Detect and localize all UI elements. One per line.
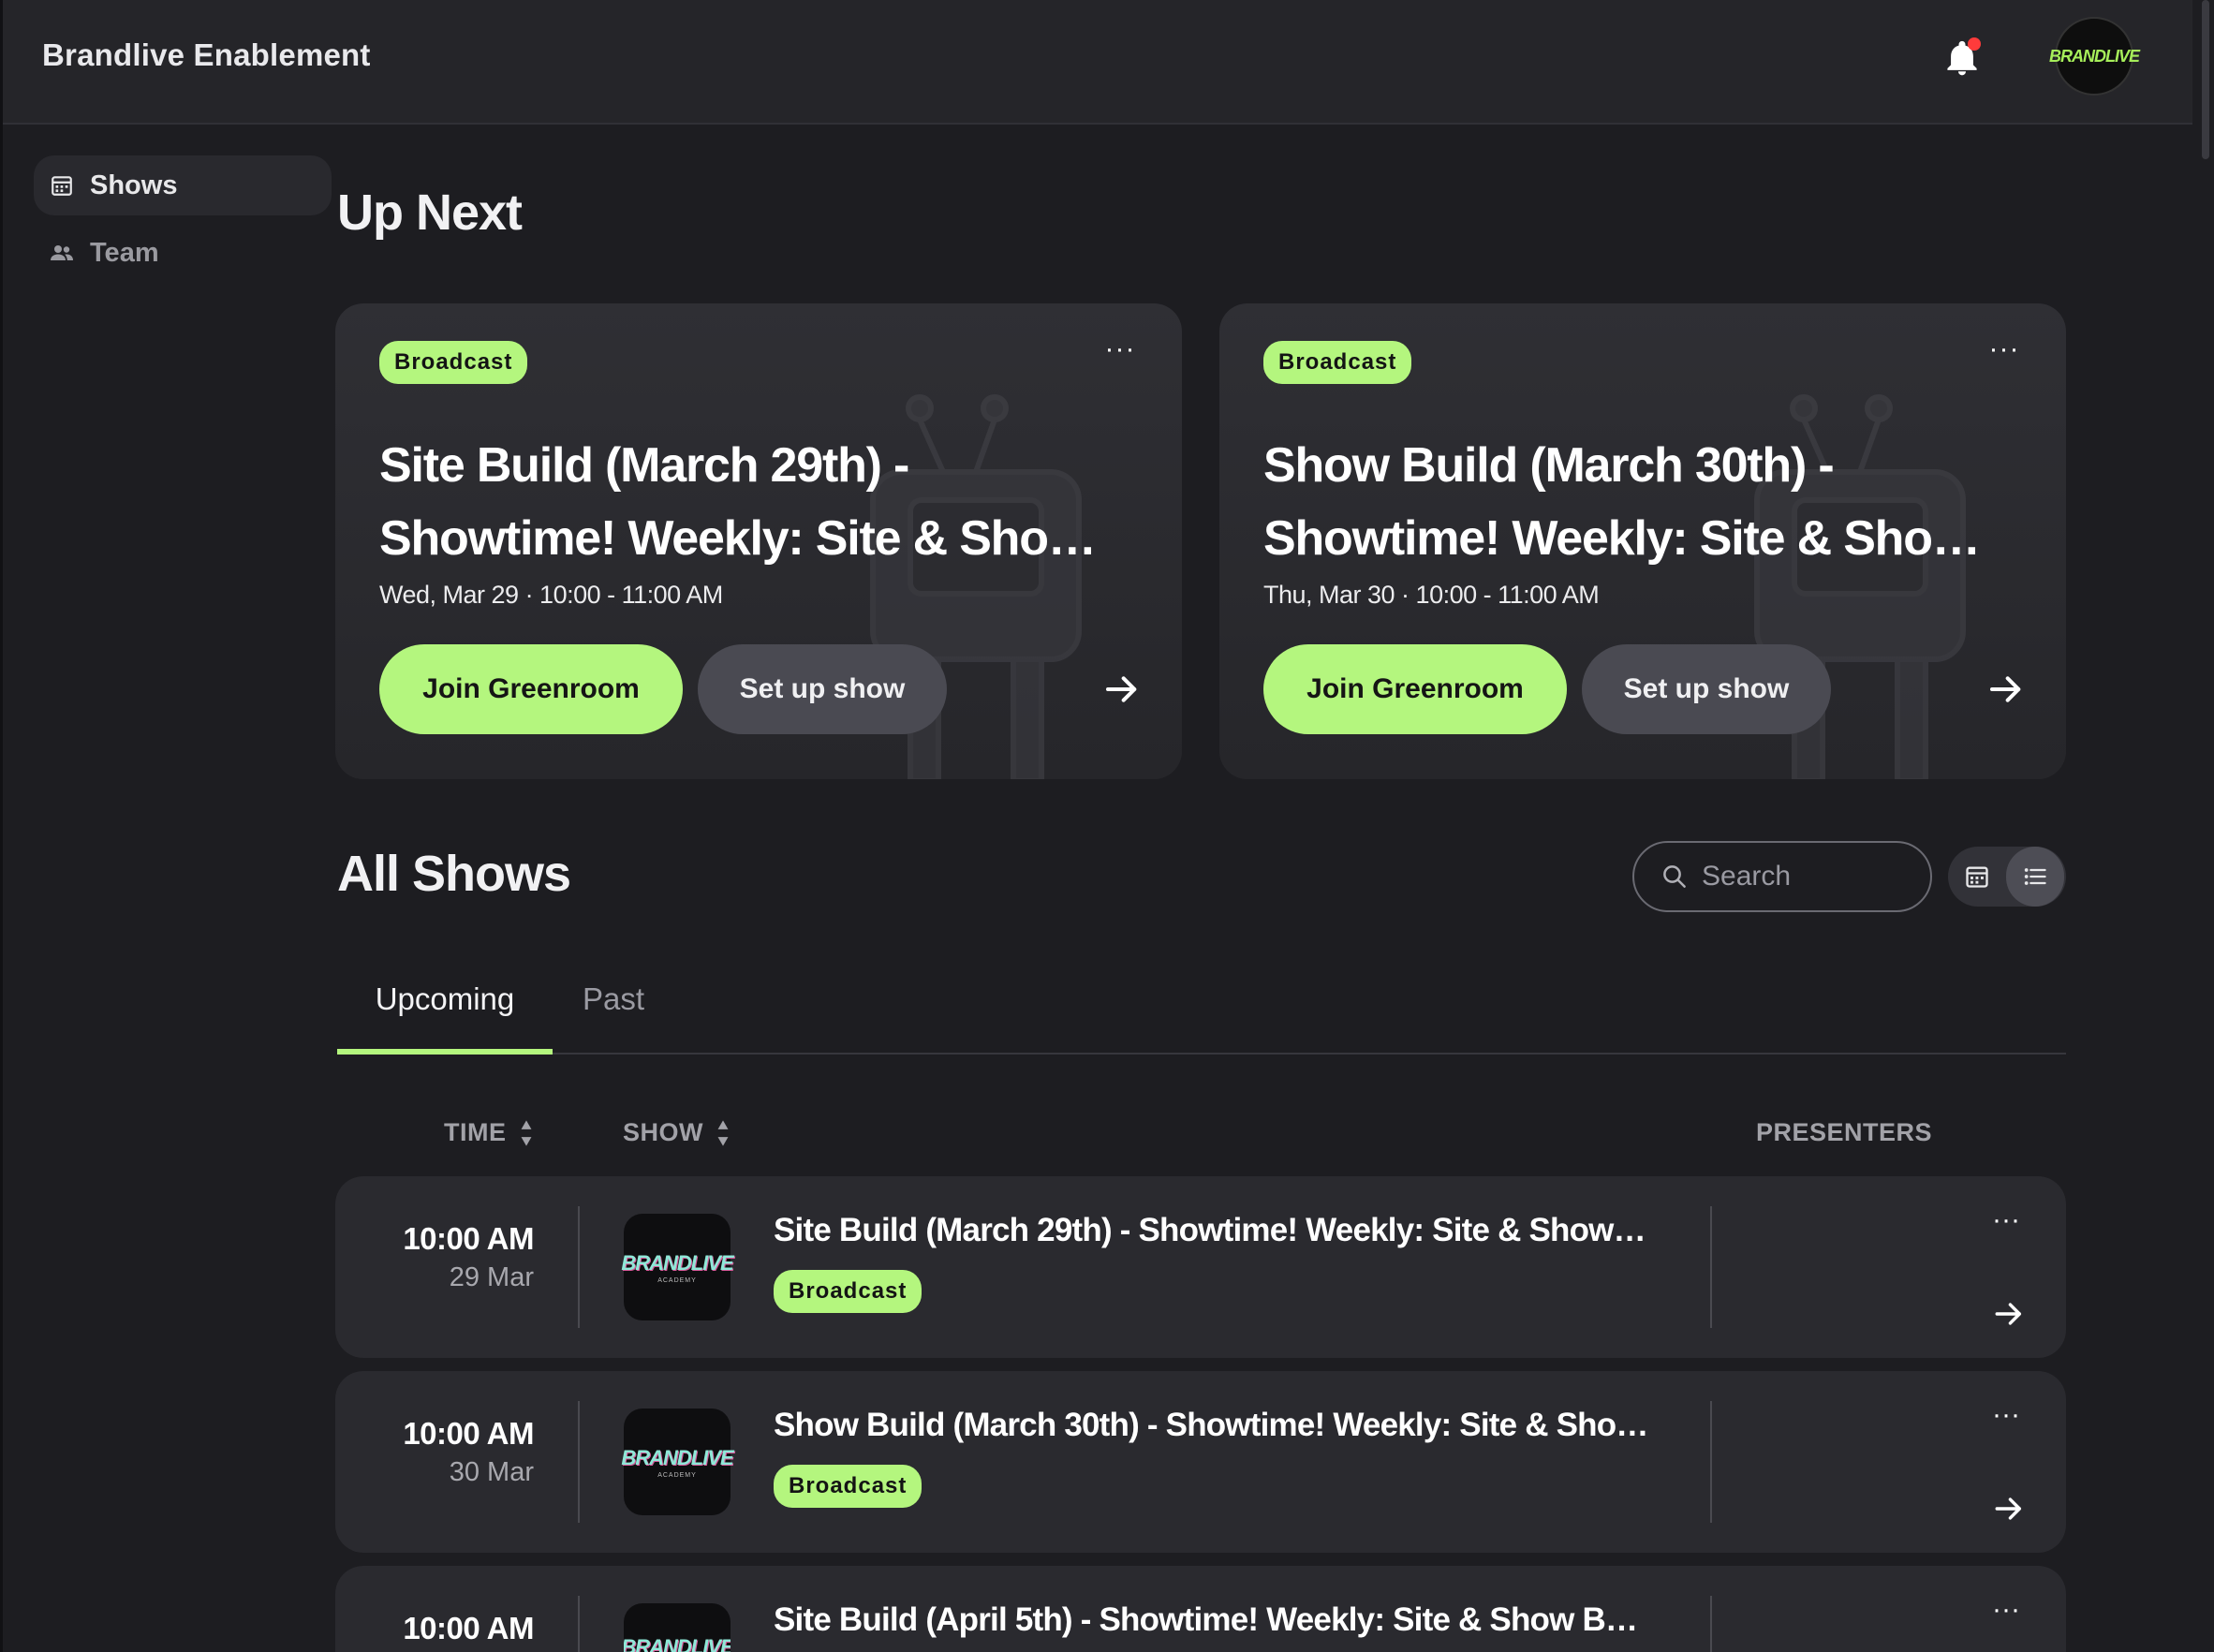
column-divider (1710, 1596, 1712, 1652)
calendar-icon (1966, 866, 1988, 888)
column-divider (1710, 1206, 1712, 1328)
more-options-icon[interactable]: ··· (1987, 1594, 2025, 1626)
join-greenroom-button[interactable]: Join Greenroom (379, 644, 683, 734)
sort-icon (717, 1119, 729, 1146)
calendar-view-button[interactable] (1948, 847, 2006, 907)
column-divider (578, 1401, 580, 1523)
arrow-right-icon[interactable] (1103, 671, 1141, 708)
time-column-header[interactable]: TIME (444, 1118, 533, 1147)
tab-past[interactable]: Past (583, 981, 644, 1055)
arrow-right-icon[interactable] (1987, 671, 2025, 708)
all-shows-heading: All Shows (337, 846, 571, 902)
list-icon (2024, 868, 2046, 885)
sidebar-item-team[interactable]: Team (34, 223, 332, 283)
shows-tabs: Upcoming Past (337, 974, 2066, 1055)
column-divider (578, 1206, 580, 1328)
calendar-icon (49, 172, 75, 199)
show-title[interactable]: Show Build (March 30th) - Showtime! Week… (774, 1407, 1654, 1444)
users-icon (49, 240, 75, 266)
more-options-icon[interactable]: ··· (1987, 1204, 2025, 1236)
card-title: Site Build (March 29th) - Showtime! Week… (379, 438, 1129, 566)
up-next-card[interactable]: Broadcast ··· Show Build (March 30th) - … (1219, 303, 2066, 779)
show-type-badge: Broadcast (774, 1465, 922, 1508)
page-scrollbar[interactable] (2197, 0, 2214, 1652)
set-up-show-button[interactable]: Set up show (698, 644, 947, 734)
join-greenroom-button[interactable]: Join Greenroom (1263, 644, 1567, 734)
show-title[interactable]: Site Build (March 29th) - Showtime! Week… (774, 1212, 1654, 1249)
set-up-show-button[interactable]: Set up show (1582, 644, 1831, 734)
sidebar-item-label: Shows (90, 170, 178, 200)
up-next-heading: Up Next (337, 184, 523, 241)
sidebar: Shows Team (34, 155, 332, 290)
card-datetime: Wed, Mar 29 · 10:00 - 11:00 AM (379, 581, 723, 609)
arrow-right-icon[interactable] (1993, 1493, 2025, 1525)
sidebar-item-shows[interactable]: Shows (34, 155, 332, 215)
card-title: Show Build (March 30th) - Showtime! Week… (1263, 438, 2013, 566)
table-row[interactable]: 10:00 AM BRANDLIVE Site Build (April 5th… (335, 1566, 2066, 1652)
show-thumbnail: BRANDLIVE ACADEMY (621, 1214, 734, 1320)
list-view-button[interactable] (2006, 847, 2064, 907)
show-type-badge: Broadcast (379, 341, 528, 384)
app-title: Brandlive Enablement (42, 37, 371, 72)
sort-icon (521, 1119, 531, 1146)
column-divider (1710, 1401, 1712, 1523)
top-bar: Brandlive Enablement BRANDLIVE (3, 0, 2192, 125)
card-datetime: Thu, Mar 30 · 10:00 - 11:00 AM (1263, 581, 1600, 609)
more-options-icon[interactable]: ··· (1101, 335, 1139, 367)
table-header: TIME SHOW PRESENTERS (337, 1118, 2066, 1156)
row-time: 10:00 AM (403, 1611, 534, 1645)
view-toggle (1948, 847, 2066, 907)
row-time: 10:00 AM 30 Mar (403, 1416, 534, 1487)
table-row[interactable]: 10:00 AM 30 Mar BRANDLIVE ACADEMY Show Bu… (335, 1371, 2066, 1553)
arrow-right-icon[interactable] (1993, 1298, 2025, 1330)
show-thumbnail: BRANDLIVE (624, 1603, 731, 1652)
up-next-card[interactable]: Broadcast ··· Site Build (March 29th) - … (335, 303, 1182, 779)
column-divider (578, 1596, 580, 1652)
tab-upcoming[interactable]: Upcoming (337, 981, 553, 1055)
show-type-badge: Broadcast (1263, 341, 1412, 384)
notification-dot (1968, 37, 1981, 51)
show-title[interactable]: Site Build (April 5th) - Showtime! Weekl… (774, 1601, 1654, 1639)
search-field[interactable] (1632, 841, 1932, 912)
avatar[interactable]: BRANDLIVE (2049, 17, 2140, 96)
show-type-badge: Broadcast (774, 1270, 922, 1313)
search-input[interactable] (1702, 861, 1908, 892)
row-time: 10:00 AM 29 Mar (403, 1221, 534, 1292)
notifications-bell-icon[interactable] (1941, 37, 1983, 79)
presenters-column-header: PRESENTERS (1756, 1118, 1933, 1146)
more-options-icon[interactable]: ··· (1987, 1399, 2025, 1431)
show-thumbnail: BRANDLIVE ACADEMY (621, 1409, 734, 1515)
search-icon (1663, 865, 1686, 888)
table-row[interactable]: 10:00 AM 29 Mar BRANDLIVE ACADEMY Site Bu… (335, 1176, 2066, 1358)
sidebar-item-label: Team (90, 237, 159, 268)
window-edge (0, 0, 3, 1652)
show-column-header[interactable]: SHOW (623, 1118, 730, 1147)
scrollbar-thumb[interactable] (2202, 0, 2209, 159)
more-options-icon[interactable]: ··· (1985, 335, 2023, 367)
